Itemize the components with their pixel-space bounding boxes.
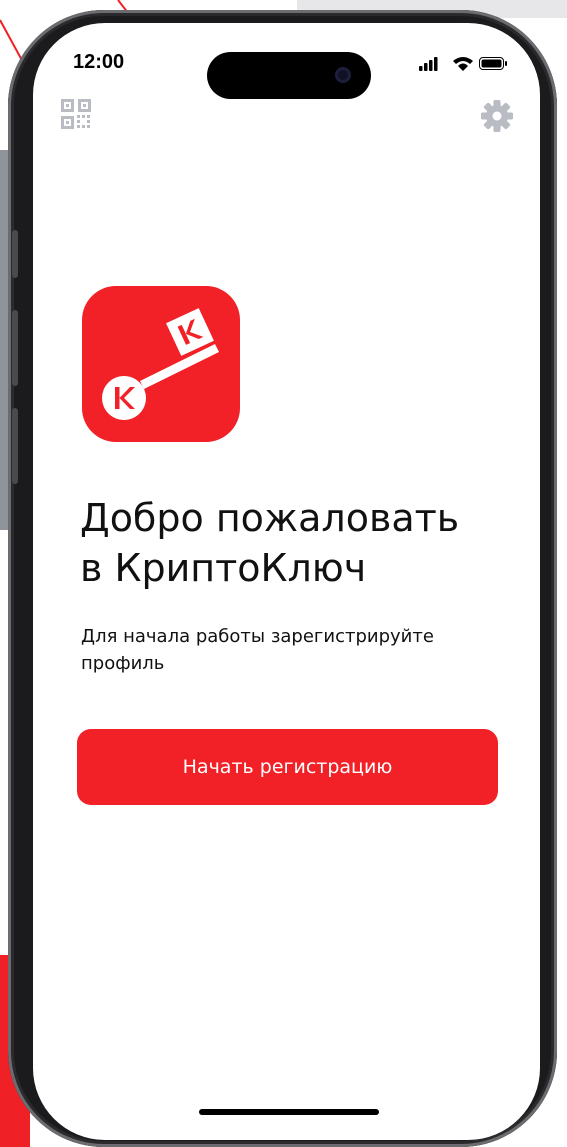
action-button	[12, 230, 18, 278]
phone-frame: 12:00 Добро пожаловать в КриптоКлюч Для …	[8, 10, 557, 1147]
home-indicator[interactable]	[199, 1109, 379, 1115]
volume-down-button	[12, 408, 18, 484]
welcome-title: Добро пожаловать в КриптоКлюч	[80, 493, 510, 593]
gear-icon[interactable]	[480, 99, 514, 133]
welcome-subtitle-line1: Для начала работы зарегистрируйте	[81, 626, 434, 647]
battery-icon	[479, 57, 507, 70]
start-registration-button[interactable]: Начать регистрацию	[77, 729, 498, 805]
volume-up-button	[12, 310, 18, 386]
key-icon	[102, 308, 219, 420]
welcome-subtitle-line2: профиль	[81, 653, 165, 674]
app-logo	[82, 286, 240, 442]
cellular-signal-icon	[419, 57, 438, 71]
welcome-subtitle: Для начала работы зарегистрируйте профил…	[81, 623, 501, 677]
status-icons	[419, 57, 507, 71]
welcome-title-line2: в КриптоКлюч	[80, 546, 367, 590]
wifi-icon	[453, 57, 473, 71]
welcome-title-line1: Добро пожаловать	[80, 496, 460, 540]
app-screen: 12:00 Добро пожаловать в КриптоКлюч Для …	[33, 23, 540, 1140]
front-camera	[335, 67, 351, 83]
qr-code-icon[interactable]	[61, 99, 91, 129]
status-time: 12:00	[73, 51, 125, 73]
dynamic-island	[207, 52, 371, 99]
